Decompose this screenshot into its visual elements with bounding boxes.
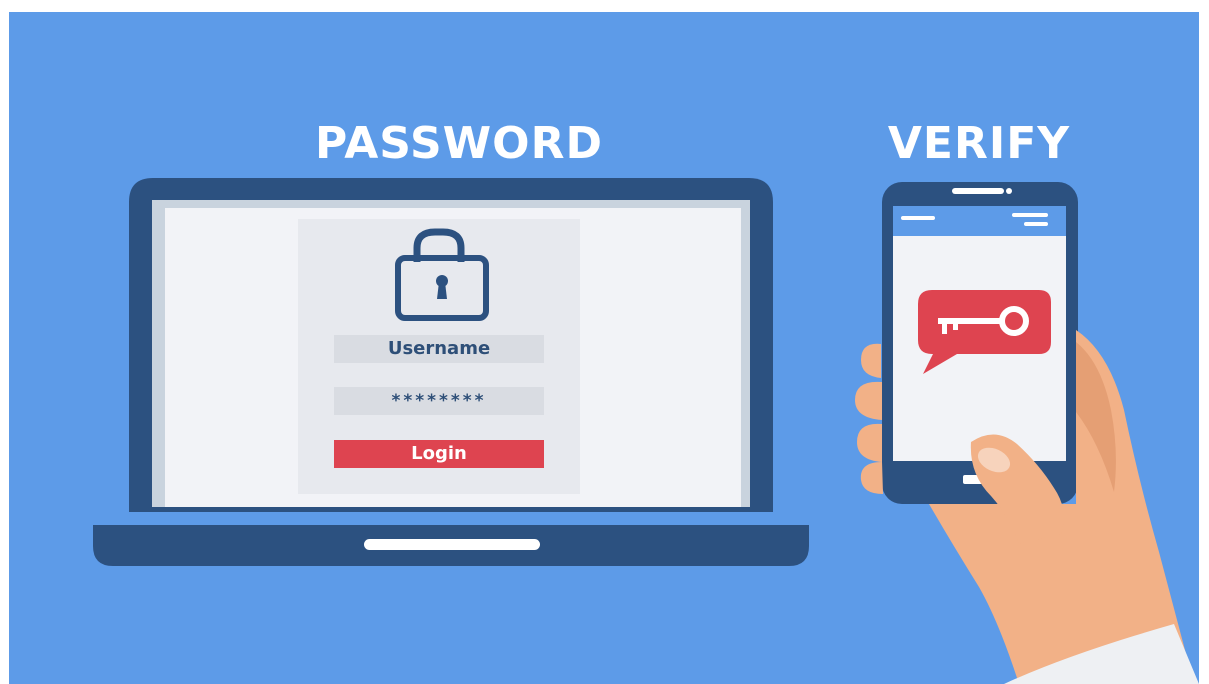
two-factor-illustration: PASSWORD VERIFY Username ******** Login <box>9 12 1199 684</box>
hand-illustration <box>855 330 1199 684</box>
